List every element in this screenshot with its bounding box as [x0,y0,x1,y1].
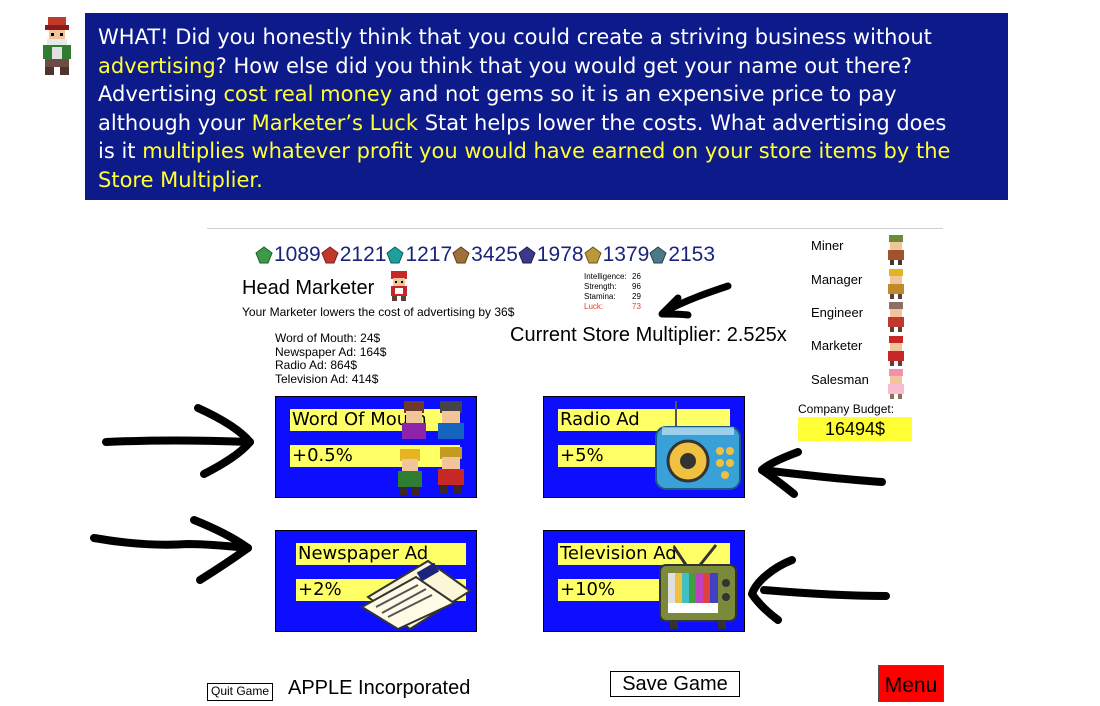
newspaper-ad-card[interactable]: Newspaper Ad +2% [275,530,477,632]
cost-television: Television Ad: 414$ [275,371,379,386]
menu-button[interactable]: Menu [878,665,944,702]
staff-manager[interactable]: Manager [811,272,862,287]
head-marketer-description: Your Marketer lowers the cost of adverti… [242,305,515,319]
word-of-mouth-card[interactable]: Word Of Mouth +0.5% [275,396,477,498]
company-name: APPLE Incorporated [288,677,471,699]
marketer-avatar-icon [391,271,407,301]
stat-label: Strength: [584,282,617,291]
gem-counter: 1379 [583,243,649,267]
teal-gem-icon [386,246,405,264]
gem-counters: 1089 2121 1217 3425 1978 1379 2153 [255,243,715,267]
tutorial-line-5: is it multiplies whatever profit you wou… [98,139,951,164]
company-budget-label: Company Budget: [798,402,895,416]
cost-radio: Radio Ad: 864$ [275,358,358,372]
staff-marketer[interactable]: Marketer [811,338,862,353]
miner-avatar-icon [888,235,904,265]
tutorial-line-2: advertising? How else did you think that… [98,53,913,78]
stat-label: Luck: [584,302,604,311]
dwarf-guide-icon [43,17,71,75]
people-crowd-icon [398,401,464,495]
company-budget-value: 16494$ [798,417,912,441]
gem-counter: 1978 [518,243,584,267]
staff-engineer[interactable]: Engineer [811,305,863,320]
arrow-to-luck [658,282,732,319]
arrow-to-word-of-mouth [102,404,254,478]
red-gem-icon [321,246,339,264]
store-multiplier: Current Store Multiplier: 2.525x [510,324,787,346]
gold-gem-icon [583,246,602,264]
television-icon [659,544,737,629]
staff-salesman[interactable]: Salesman [811,372,869,387]
indigo-gem-icon [518,246,536,264]
tutorial-line-4: although your Marketer’s Luck Stat helps… [98,110,947,135]
tutorial-line-6: Store Multiplier. [98,167,263,192]
television-ad-card[interactable]: Television Ad +10% [543,530,745,632]
radio-icon [655,401,741,490]
ad-costs-list: Word of Mouth: 24$ Newspaper Ad: 164$ Ra… [275,331,387,386]
gem-counter: 2121 [321,243,386,267]
stat-value: 73 [632,302,641,311]
marketer-stats: Intelligence: 26 Strength: 96 Stamina: 29 L… [584,272,641,312]
salesman-avatar-icon [888,369,904,399]
marketer-staff-avatar-icon [888,336,904,366]
head-marketer-title: Head Marketer [242,277,375,299]
stat-value: 26 [632,272,641,281]
cost-newspaper: Newspaper Ad: 164$ [275,344,387,359]
arrow-to-newspaper [90,516,252,584]
staff-miner[interactable]: Miner [811,238,844,253]
gem-counter: 2153 [649,243,715,267]
stat-label: Intelligence: [584,272,627,281]
tutorial-line-3: Advertising cost real money and not gems… [98,82,897,107]
stat-label: Stamina: [584,292,616,301]
save-game-button[interactable]: Save Game [610,671,740,697]
gem-counter: 1089 [255,243,321,267]
tutorial-line-1: WHAT! Did you honestly think that you co… [98,25,932,49]
slate-gem-icon [649,246,667,264]
brown-gem-icon [452,246,470,264]
stat-value: 29 [632,292,641,301]
quit-game-button[interactable]: Quit Game [207,683,274,701]
radio-ad-card[interactable]: Radio Ad +5% [543,396,745,498]
green-gem-icon [255,246,273,264]
arrow-to-television [748,556,890,624]
manager-avatar-icon [888,269,904,299]
cost-word-of-mouth: Word of Mouth: 24$ [275,331,381,345]
newspaper-icon [360,559,472,631]
gem-counter: 3425 [452,243,518,267]
engineer-avatar-icon [888,302,904,332]
tutorial-dialog: WHAT! Did you honestly think that you co… [85,13,1008,200]
arrow-to-radio [758,448,886,498]
gem-counter: 1217 [386,243,452,267]
divider [207,228,943,229]
stat-value: 96 [632,282,641,291]
